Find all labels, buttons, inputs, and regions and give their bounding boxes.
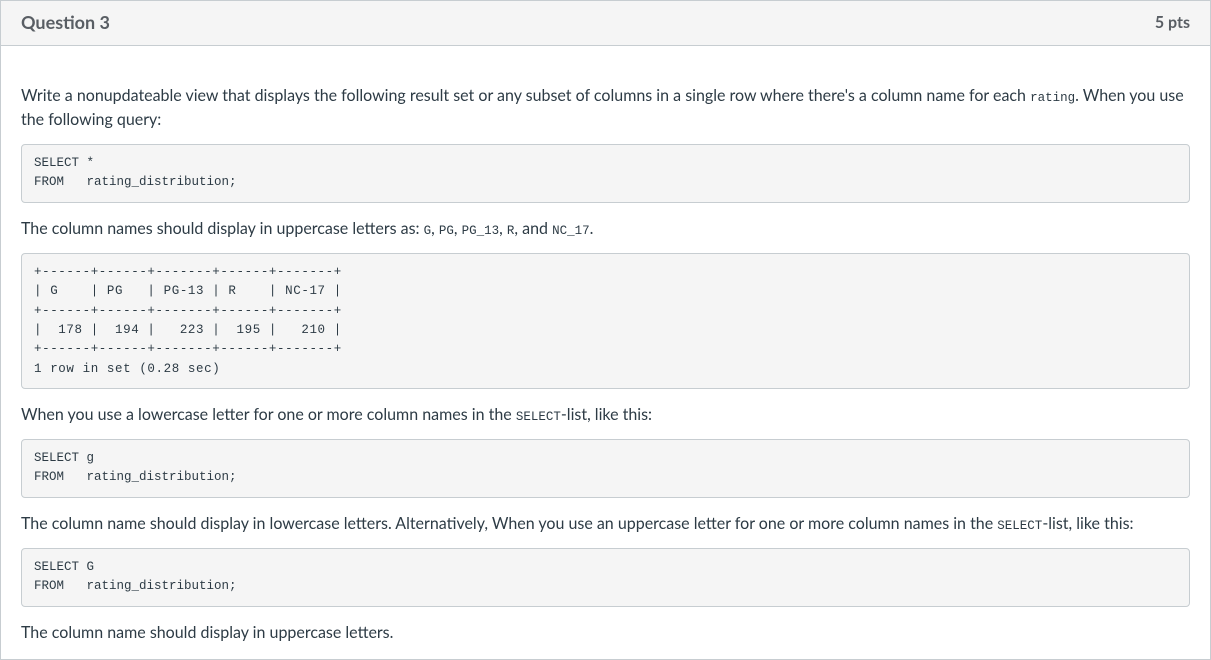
inline-code-select1: SELECT bbox=[516, 410, 561, 424]
question-body: Write a nonupdateable view that displays… bbox=[1, 46, 1210, 659]
question-points: 5 pts bbox=[1155, 13, 1190, 32]
intro-text-a: Write a nonupdateable view that displays… bbox=[21, 86, 1030, 105]
code-block-query3: SELECT G FROM rating_distribution; bbox=[21, 548, 1190, 607]
final-paragraph: The column name should display in upperc… bbox=[21, 621, 1190, 645]
inline-code-rating: rating bbox=[1030, 91, 1075, 105]
lowercase-text-a: When you use a lowercase letter for one … bbox=[21, 405, 516, 424]
uppercase-text-a: The column name should display in lowerc… bbox=[21, 514, 997, 533]
columns-text-b: . bbox=[590, 219, 594, 238]
code-block-resultset: +------+------+-------+------+-------+ |… bbox=[21, 253, 1190, 389]
sep1: , bbox=[431, 219, 439, 238]
code-block-query1: SELECT * FROM rating_distribution; bbox=[21, 144, 1190, 203]
inline-code-g: G bbox=[424, 224, 432, 238]
uppercase-paragraph: The column name should display in lowerc… bbox=[21, 512, 1190, 536]
inline-code-pg13: PG_13 bbox=[462, 224, 500, 238]
uppercase-text-b: -list, like this: bbox=[1042, 514, 1133, 533]
lowercase-text-b: -list, like this: bbox=[561, 405, 652, 424]
question-title: Question 3 bbox=[21, 11, 110, 33]
intro-paragraph: Write a nonupdateable view that displays… bbox=[21, 84, 1190, 132]
columns-paragraph: The column names should display in upper… bbox=[21, 217, 1190, 241]
sep2: , bbox=[454, 219, 462, 238]
code-block-query2: SELECT g FROM rating_distribution; bbox=[21, 439, 1190, 498]
question-header: Question 3 5 pts bbox=[1, 1, 1210, 46]
lowercase-paragraph: When you use a lowercase letter for one … bbox=[21, 403, 1190, 427]
question-card: Question 3 5 pts Write a nonupdateable v… bbox=[0, 0, 1211, 660]
columns-text-a: The column names should display in upper… bbox=[21, 219, 424, 238]
sep4: , and bbox=[514, 219, 552, 238]
sep3: , bbox=[499, 219, 507, 238]
inline-code-nc17: NC_17 bbox=[552, 224, 590, 238]
inline-code-select2: SELECT bbox=[997, 519, 1042, 533]
inline-code-pg: PG bbox=[439, 224, 454, 238]
